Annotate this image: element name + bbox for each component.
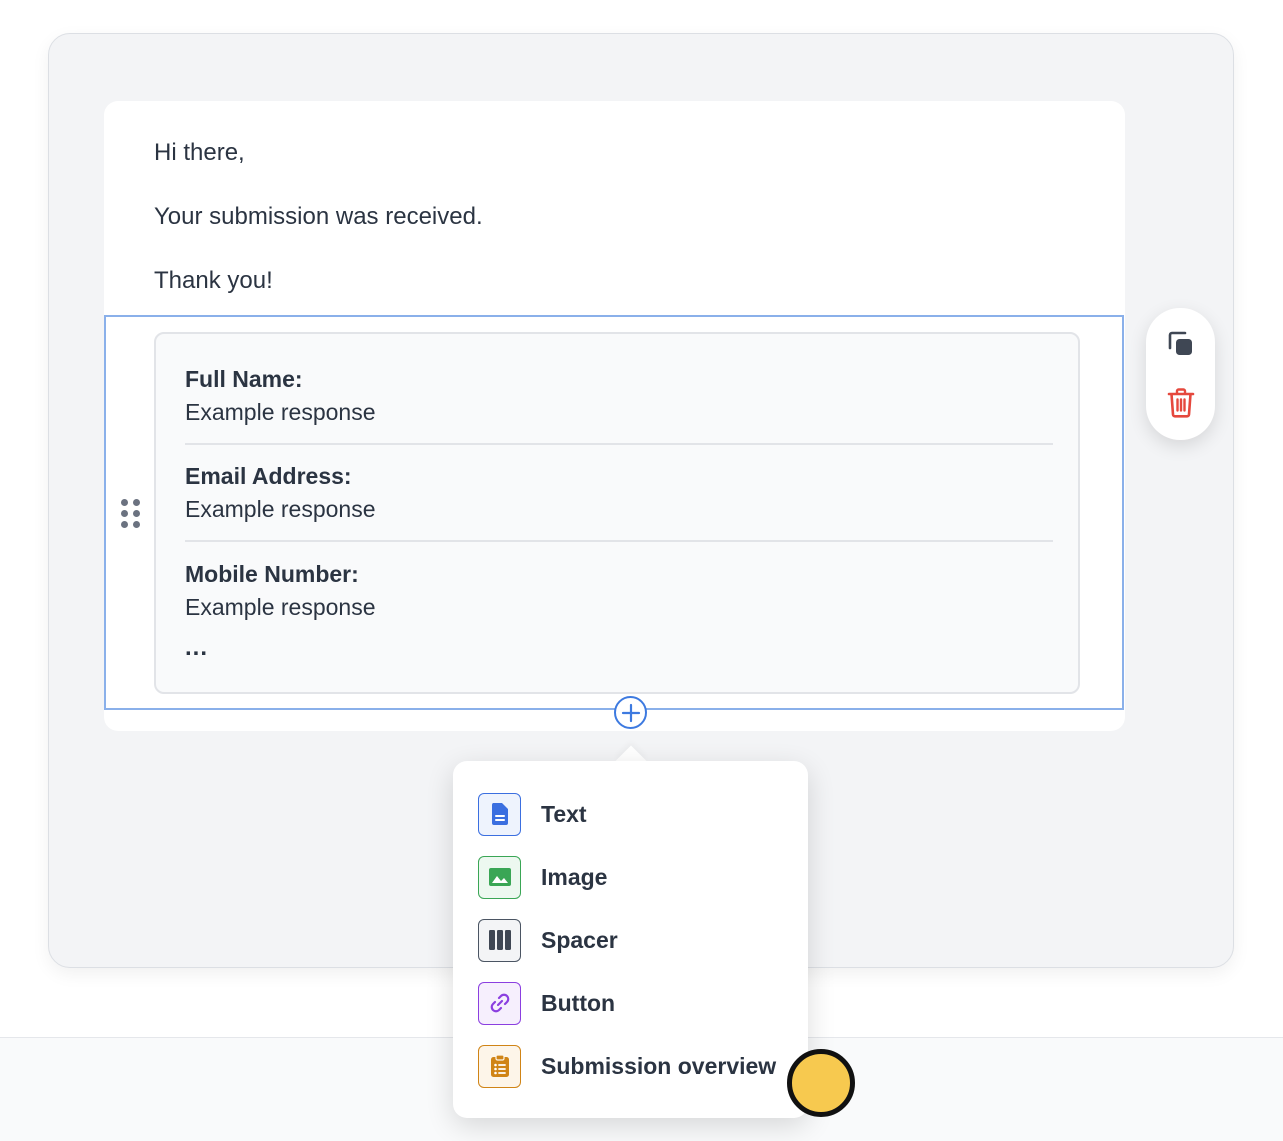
signoff-text[interactable]: Thank you!: [154, 267, 273, 295]
field-label: Email Address:: [185, 463, 352, 489]
field-divider: [185, 540, 1053, 542]
menu-item-label: Spacer: [541, 926, 618, 953]
drag-handle-icon[interactable]: [118, 496, 144, 532]
menu-item-submission-overview[interactable]: Submission overview: [478, 1044, 798, 1088]
overview-field: Email Address: Example response: [185, 463, 1053, 523]
add-block-menu: Text Image Spacer Button Submission over…: [453, 761, 808, 1118]
field-value: Example response: [185, 496, 376, 522]
menu-item-button[interactable]: Button: [478, 981, 798, 1025]
more-fields-ellipsis: ...: [185, 634, 209, 661]
plus-icon: [621, 703, 640, 722]
trash-icon: [1167, 388, 1195, 418]
delete-button[interactable]: [1165, 387, 1197, 419]
overview-field: Full Name: Example response: [185, 366, 1053, 426]
message-text[interactable]: Your submission was received.: [154, 203, 483, 231]
menu-item-label: Button: [541, 989, 616, 1016]
add-block-button[interactable]: [614, 696, 647, 729]
field-label: Full Name:: [185, 366, 303, 392]
field-value: Example response: [185, 399, 376, 425]
field-value: Example response: [185, 594, 376, 620]
columns-icon: [478, 918, 521, 962]
field-divider: [185, 443, 1053, 445]
greeting-text[interactable]: Hi there,: [154, 139, 245, 167]
pointer-highlight: [787, 1049, 855, 1117]
block-actions-panel: [1146, 308, 1215, 440]
image-icon: [478, 855, 521, 899]
menu-item-label: Submission overview: [541, 1052, 777, 1079]
document-icon: [478, 792, 521, 836]
menu-item-text[interactable]: Text: [478, 792, 798, 836]
menu-item-spacer[interactable]: Spacer: [478, 918, 798, 962]
duplicate-icon: [1168, 331, 1192, 355]
submission-overview-block[interactable]: Full Name: Example response Email Addres…: [154, 332, 1080, 694]
link-icon: [478, 981, 521, 1025]
menu-item-label: Text: [541, 800, 587, 827]
clipboard-list-icon: [478, 1044, 521, 1088]
duplicate-button[interactable]: [1165, 328, 1197, 360]
overview-field: Mobile Number: Example response: [185, 561, 1053, 621]
menu-item-label: Image: [541, 863, 608, 890]
field-label: Mobile Number:: [185, 561, 359, 587]
menu-item-image[interactable]: Image: [478, 855, 798, 899]
